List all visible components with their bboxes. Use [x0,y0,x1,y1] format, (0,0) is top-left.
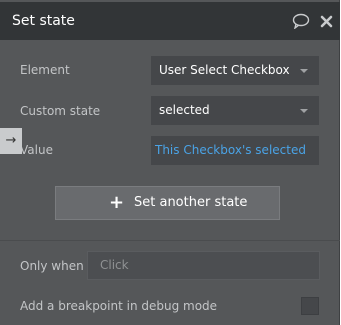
arrow-right-icon: → [5,133,17,148]
breakpoint-label: Add a breakpoint in debug mode [20,299,218,313]
custom-state-dropdown[interactable]: selected [151,96,319,125]
element-dropdown-value: User Select Checkbox [159,63,290,77]
set-another-state-button[interactable]: + Set another state [55,186,280,220]
custom-state-label: Custom state [20,104,101,118]
element-label: Element [20,63,70,77]
only-when-label: Only when [20,259,84,273]
chevron-down-icon [300,69,308,73]
chevron-down-icon [300,109,308,113]
element-dropdown[interactable]: User Select Checkbox [151,56,319,85]
set-another-state-label: Set another state [134,195,248,210]
set-state-panel: Set state Element User Select Checkbox C… [0,0,340,325]
breakpoint-checkbox[interactable] [301,297,319,315]
custom-state-dropdown-value: selected [159,103,210,117]
value-expression-field[interactable]: This Checkbox's selected [151,136,319,165]
value-label: Value [20,143,53,157]
close-icon[interactable] [320,13,333,32]
only-when-input[interactable]: Click [87,251,320,280]
value-expression-text: This Checkbox's selected [155,143,306,157]
side-tab-arrow[interactable]: → [0,128,22,154]
divider [0,240,340,241]
panel-title: Set state [12,13,75,29]
comment-icon[interactable] [292,13,310,33]
plus-icon: + [109,192,125,213]
only-when-placeholder: Click [100,258,129,272]
panel-header: Set state [0,2,340,40]
